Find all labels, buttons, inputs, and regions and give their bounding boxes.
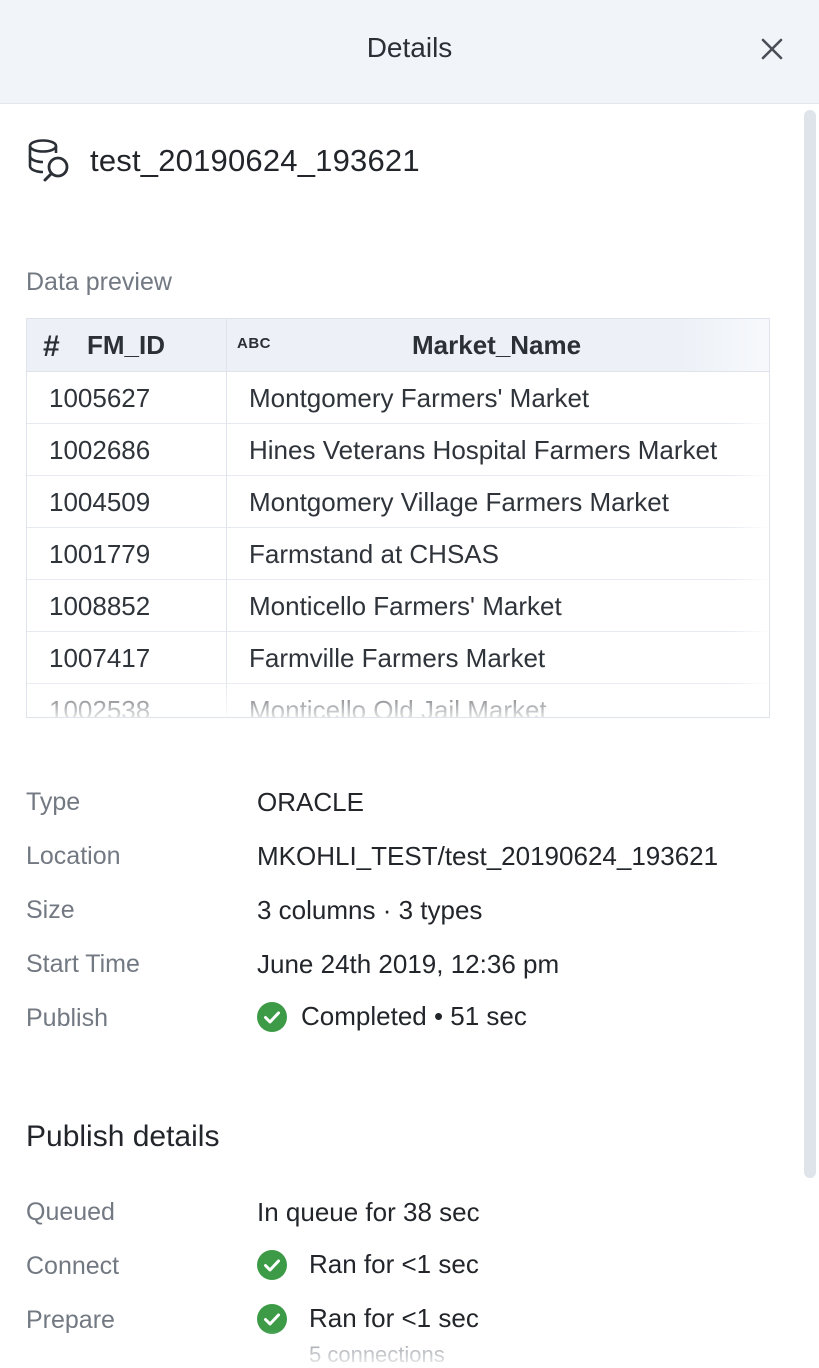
dataset-search-icon [28,139,69,182]
check-circle-icon [257,1249,287,1280]
dataset-heading: test_20190624_193621 [26,136,420,186]
panel-title: Details [366,32,453,63]
column-header-label: FM_ID [87,330,165,360]
cell-market-name: Montgomery Farmers' Market [249,383,590,413]
cell-fm-id: 1005627 [49,383,151,413]
data-preview-table[interactable]: # FM_ID ABC Market_Name 1005627 Montgome… [26,318,770,718]
table-row: 1004509 Montgomery Village Farmers Marke… [27,476,769,528]
table-row: 1002686 Hines Veterans Hospital Farmers … [27,424,769,476]
cell-fm-id: 1004509 [49,487,151,517]
queued-value: In queue for 38 sec [257,1197,480,1227]
table-row: 1005627 Montgomery Farmers' Market [27,372,769,424]
connect-status: Ran for <1 sec [257,1249,479,1280]
queued-label: Queued [26,1198,115,1226]
publish-label: Publish [26,1004,108,1032]
dataset-name: test_20190624_193621 [90,143,420,178]
prepare-value: Ran for <1 sec [309,1303,479,1333]
connect-label: Connect [26,1252,120,1280]
cell-market-name: Monticello Farmers' Market [249,591,562,621]
cell-market-name: Hines Veterans Hospital Farmers Market [249,435,718,465]
type-label: Type [26,788,81,816]
data-preview-label: Data preview [26,268,172,296]
table-row: 1001779 Farmstand at CHSAS [27,528,769,580]
scrollbar-thumb[interactable] [804,110,816,1178]
cell-fm-id: 1002686 [49,435,151,465]
publish-value: Completed • 51 sec [301,1001,527,1031]
cell-market-name: Farmstand at CHSAS [249,539,499,569]
cell-market-name: Farmville Farmers Market [249,643,546,673]
size-label: Size [26,896,75,924]
cell-market-name: Monticello Old Jail Market [249,695,547,718]
table-row: 1002538 Monticello Old Jail Market [27,684,769,718]
prepare-connections-note: 5 connections [309,1342,445,1367]
table-row: 1007417 Farmville Farmers Market [27,632,769,684]
size-value: 3 columns · 3 types [257,895,483,925]
location-label: Location [26,842,121,870]
prepare-status: Ran for <1 sec [257,1303,479,1334]
cell-fm-id: 1008852 [49,591,151,621]
table-header: # FM_ID ABC Market_Name [27,319,769,372]
cell-fm-id: 1002538 [49,695,151,718]
publish-details-title: Publish details [26,1120,220,1153]
publish-status: Completed • 51 sec [257,1001,527,1032]
column-header-fm-id[interactable]: # FM_ID [27,319,227,372]
type-value: ORACLE [257,787,364,817]
cell-fm-id: 1007417 [49,643,151,673]
connect-value: Ran for <1 sec [309,1249,479,1279]
cell-market-name: Montgomery Village Farmers Market [249,487,669,517]
number-type-icon: # [43,330,60,363]
prepare-label: Prepare [26,1306,115,1334]
check-circle-icon [257,1303,287,1334]
start-time-label: Start Time [26,950,140,978]
start-time-value: June 24th 2019, 12:36 pm [257,949,560,979]
table-row: 1008852 Monticello Farmers' Market [27,580,769,632]
close-icon[interactable] [757,34,787,64]
column-header-label: Market_Name [412,330,582,360]
check-circle-icon [257,1001,287,1032]
string-type-icon: ABC [237,335,271,352]
location-value: MKOHLI_TEST/test_20190624_193621 [257,841,719,871]
table-body: 1005627 Montgomery Farmers' Market 10026… [27,372,769,718]
cell-fm-id: 1001779 [49,539,151,569]
details-panel-header: Details [0,0,819,104]
